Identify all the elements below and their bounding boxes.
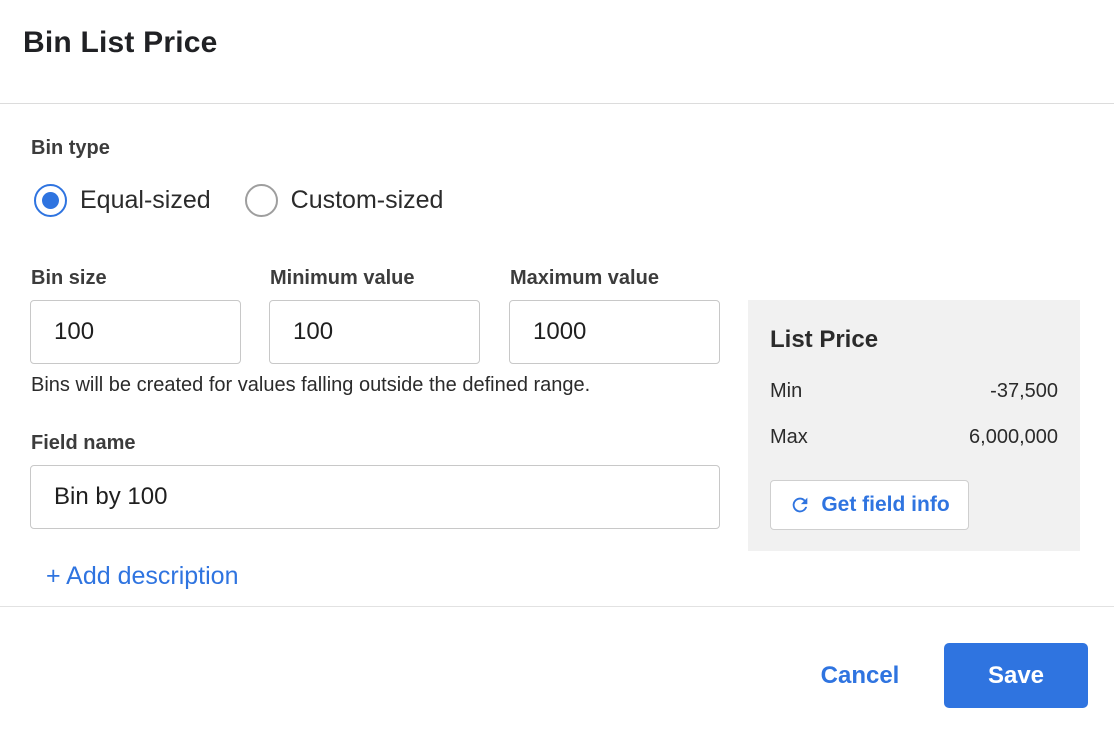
field-name-input[interactable]: [30, 465, 720, 529]
radio-unchecked-icon[interactable]: [244, 184, 278, 217]
get-field-info-label: Get field info: [821, 493, 950, 516]
bin-type-label: Bin type: [31, 137, 110, 159]
min-value: -37,500: [990, 380, 1058, 402]
maximum-value-input[interactable]: [509, 300, 720, 364]
field-info-title: List Price: [770, 326, 879, 353]
field-info-panel: List Price Min -37,500 Max 6,000,000 Get…: [748, 300, 1080, 551]
cancel-button[interactable]: Cancel: [806, 644, 914, 708]
range-hint-text: Bins will be created for values falling …: [31, 374, 591, 396]
bin-type-radio-group: Equal-sized Custom-sized: [34, 184, 477, 217]
minimum-value-label: Minimum value: [270, 267, 415, 289]
bin-size-label: Bin size: [31, 267, 107, 289]
maximum-value-label: Maximum value: [510, 267, 659, 289]
dialog-title: Bin List Price: [23, 26, 218, 59]
radio-checked-icon[interactable]: [34, 184, 67, 217]
bin-size-input[interactable]: [30, 300, 241, 364]
dialog-header: Bin List Price: [0, 0, 1114, 104]
max-label: Max: [770, 426, 808, 448]
radio-equal-sized-label: Equal-sized: [80, 186, 211, 214]
footer-divider: [0, 606, 1114, 607]
refresh-icon: [792, 497, 808, 513]
max-value: 6,000,000: [969, 426, 1058, 448]
add-description-link[interactable]: + Add description: [46, 562, 239, 591]
get-field-info-button[interactable]: Get field info: [770, 480, 969, 530]
radio-equal-sized[interactable]: Equal-sized: [34, 184, 211, 217]
field-info-min-row: Min -37,500: [770, 380, 1058, 403]
save-button[interactable]: Save: [944, 643, 1088, 708]
radio-custom-sized[interactable]: Custom-sized: [244, 184, 444, 217]
min-label: Min: [770, 380, 803, 402]
radio-custom-sized-label: Custom-sized: [290, 186, 444, 214]
minimum-value-input[interactable]: [269, 300, 480, 364]
field-name-label: Field name: [31, 432, 136, 454]
field-info-max-row: Max 6,000,000: [770, 426, 1058, 449]
bin-dialog: Bin List Price Bin type Equal-sized Cust…: [0, 0, 1114, 738]
